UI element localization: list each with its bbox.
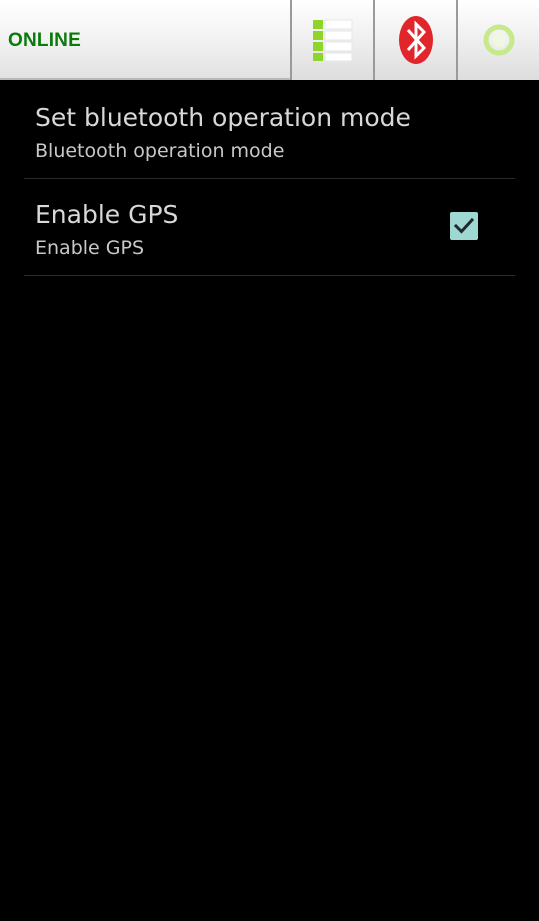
signal-button[interactable] bbox=[290, 0, 373, 80]
pref-enable-gps[interactable]: Enable GPS Enable GPS bbox=[24, 179, 515, 276]
top-toolbar: ONLINE bbox=[0, 0, 539, 80]
pref-summary: Bluetooth operation mode bbox=[35, 140, 285, 162]
bluetooth-button[interactable] bbox=[373, 0, 456, 80]
gps-status-icon bbox=[458, 0, 539, 80]
connection-status: ONLINE bbox=[8, 30, 81, 51]
app-window: ONLINE Set bluetooth operation mode Blue… bbox=[0, 0, 539, 921]
preference-list: Set bluetooth operation mode Bluetooth o… bbox=[0, 82, 539, 276]
enable-gps-checkbox[interactable] bbox=[450, 212, 478, 240]
signal-strength-icon bbox=[292, 0, 373, 80]
pref-summary: Enable GPS bbox=[35, 237, 144, 259]
bluetooth-icon bbox=[375, 0, 456, 80]
pref-bluetooth-mode[interactable]: Set bluetooth operation mode Bluetooth o… bbox=[24, 82, 515, 179]
checkmark-icon bbox=[453, 217, 475, 234]
pref-title: Enable GPS bbox=[35, 200, 179, 229]
pref-title: Set bluetooth operation mode bbox=[35, 103, 411, 132]
gps-button[interactable] bbox=[456, 0, 539, 80]
